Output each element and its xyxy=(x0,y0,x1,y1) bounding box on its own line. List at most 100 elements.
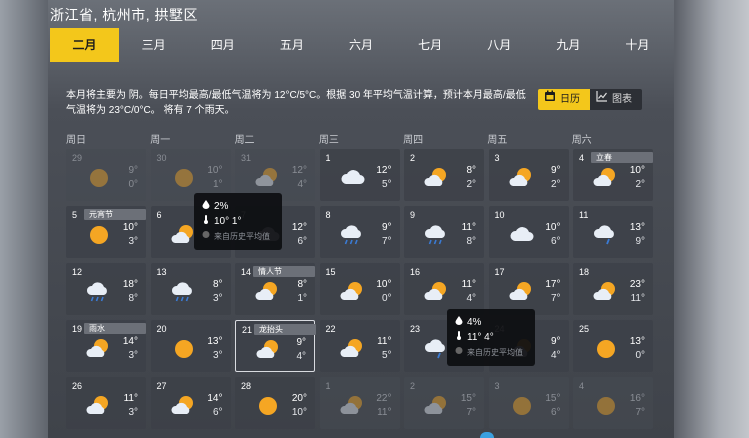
sun-icon xyxy=(509,395,535,417)
month-summary: 本月将主要为 阴。每日平均最高/最低气温将为 12°C/5°C。根据 30 年平… xyxy=(66,90,526,116)
tab-august[interactable]: 八月 xyxy=(465,28,534,62)
weekday-label: 周六 xyxy=(571,135,592,146)
low-temp: 5° xyxy=(381,350,392,361)
calendar-day[interactable]: 12 18° 8° xyxy=(66,263,146,315)
sun-icon xyxy=(171,167,197,189)
high-temp: 10° xyxy=(376,279,392,290)
calendar-day[interactable]: 18 23° 11° xyxy=(573,263,653,315)
low-temp: 7° xyxy=(381,236,392,247)
low-temp: 1° xyxy=(297,293,307,304)
day-number: 2 xyxy=(410,153,416,163)
sun-icon xyxy=(593,395,619,417)
cloud-icon xyxy=(509,224,535,246)
low-temp: 7° xyxy=(466,407,476,418)
raindrop-icon xyxy=(202,199,210,214)
day-number: 17 xyxy=(494,267,505,277)
tab-july[interactable]: 七月 xyxy=(396,28,465,62)
high-temp: 13° xyxy=(629,336,645,347)
partly-cloudy-icon xyxy=(339,395,366,417)
day-number: 29 xyxy=(72,153,83,163)
chart-view-label: 图表 xyxy=(612,94,632,105)
calendar-day[interactable]: 20 13° 3° xyxy=(150,320,231,372)
calendar-view-label: 日历 xyxy=(560,94,580,105)
calendar-day[interactable]: 19 雨水 14° 3° xyxy=(66,320,146,372)
calendar-day[interactable]: 9 11° 8° xyxy=(404,206,484,258)
weekday-label: 周二 xyxy=(234,135,255,146)
low-temp: 6° xyxy=(550,236,561,247)
calendar-day[interactable]: 14 情人节 8° 1° xyxy=(235,263,315,315)
calendar-day[interactable]: 3 15° 6° xyxy=(488,377,569,429)
day-number: 2 xyxy=(410,381,416,391)
partly-cloudy-icon xyxy=(508,167,535,189)
high-temp: 22° xyxy=(376,393,392,404)
tab-october[interactable]: 十月 xyxy=(603,28,672,62)
tab-june[interactable]: 六月 xyxy=(326,28,395,62)
high-temp: 18° xyxy=(122,279,138,290)
tab-september[interactable]: 九月 xyxy=(534,28,603,62)
high-temp: 10° xyxy=(629,165,645,176)
calendar-day[interactable]: 16 11° 4° xyxy=(404,263,484,315)
day-number: 31 xyxy=(241,153,252,163)
chart-view-button[interactable]: 图表 xyxy=(590,89,642,110)
sun-icon xyxy=(593,338,619,360)
high-temp: 16° xyxy=(629,393,645,404)
calendar-day[interactable]: 10 10° 6° xyxy=(488,206,569,258)
calendar-day[interactable]: 1 22° 11° xyxy=(319,377,400,429)
day-number: 27 xyxy=(156,381,167,391)
calendar-day[interactable]: 25 13° 0° xyxy=(573,320,653,372)
holiday-badge: 雨水 xyxy=(84,323,146,334)
calendar-day[interactable]: 29 9° 0° xyxy=(66,149,146,201)
high-temp: 10° xyxy=(207,165,223,176)
info-icon xyxy=(455,345,463,360)
low-temp: 11° xyxy=(377,407,392,418)
rain-icon xyxy=(424,224,450,246)
high-temp: 13° xyxy=(207,336,223,347)
calendar-day[interactable]: 11 13° 9° xyxy=(573,206,653,258)
weekday-label: 周四 xyxy=(403,135,424,146)
calendar-day[interactable]: 22 11° 5° xyxy=(319,320,400,372)
calendar-day[interactable]: 15 10° 0° xyxy=(319,263,400,315)
low-temp: 11° xyxy=(630,293,645,304)
calendar-day[interactable]: 4 立春 10° 2° xyxy=(573,149,653,201)
low-temp: 2° xyxy=(550,179,561,190)
calendar-day[interactable]: 28 20° 10° xyxy=(235,377,315,429)
calendar-day[interactable]: 1 12° 5° xyxy=(319,149,400,201)
background-left xyxy=(0,0,48,438)
tab-may[interactable]: 五月 xyxy=(257,28,326,62)
calendar-day[interactable]: 4 16° 7° xyxy=(573,377,653,429)
calendar-view-button[interactable]: 日历 xyxy=(538,89,590,110)
tooltip-precip: 2% xyxy=(214,201,229,212)
low-temp: 4° xyxy=(550,350,561,361)
rain-icon xyxy=(86,281,112,303)
day-number: 3 xyxy=(494,153,500,163)
calendar-day[interactable]: 26 11° 3° xyxy=(66,377,146,429)
calendar-day[interactable]: 8 9° 7° xyxy=(319,206,400,258)
day-number: 26 xyxy=(72,381,83,391)
day-number: 21 xyxy=(242,325,253,335)
day-number: 1 xyxy=(325,381,331,391)
low-temp: 8° xyxy=(128,293,138,304)
tab-march[interactable]: 三月 xyxy=(119,28,188,62)
calendar-day[interactable]: 13 8° 3° xyxy=(150,263,231,315)
calendar-day[interactable]: 17 17° 7° xyxy=(488,263,569,315)
calendar-day[interactable]: 21 龙抬头 9° 4° xyxy=(235,320,316,372)
calendar-day[interactable]: 2 8° 2° xyxy=(404,149,484,201)
tab-april[interactable]: 四月 xyxy=(188,28,257,62)
month-tabs: 二月 三月 四月 五月 六月 七月 八月 九月 十月 xyxy=(50,28,672,62)
calendar-day[interactable]: 5 元宵节 10° 3° xyxy=(66,206,146,258)
chart-icon xyxy=(596,89,608,110)
cloud-icon xyxy=(340,167,366,189)
info-icon xyxy=(202,229,210,244)
tooltip-temps: 11° 4° xyxy=(467,332,494,343)
high-temp: 12° xyxy=(291,222,307,233)
view-toggle: 日历 图表 xyxy=(538,89,642,110)
calendar-day[interactable]: 3 9° 2° xyxy=(488,149,569,201)
tab-february[interactable]: 二月 xyxy=(50,28,120,62)
high-temp: 11° xyxy=(123,393,138,404)
tooltip-source: 来自历史平均值 xyxy=(467,348,523,357)
high-temp: 14° xyxy=(122,336,138,347)
day-tooltip: 4% 11° 4° 来自历史平均值 xyxy=(447,309,535,366)
calendar-day[interactable]: 2 15° 7° xyxy=(404,377,484,429)
calendar-day[interactable]: 27 14° 6° xyxy=(150,377,231,429)
low-temp: 3° xyxy=(128,236,138,247)
